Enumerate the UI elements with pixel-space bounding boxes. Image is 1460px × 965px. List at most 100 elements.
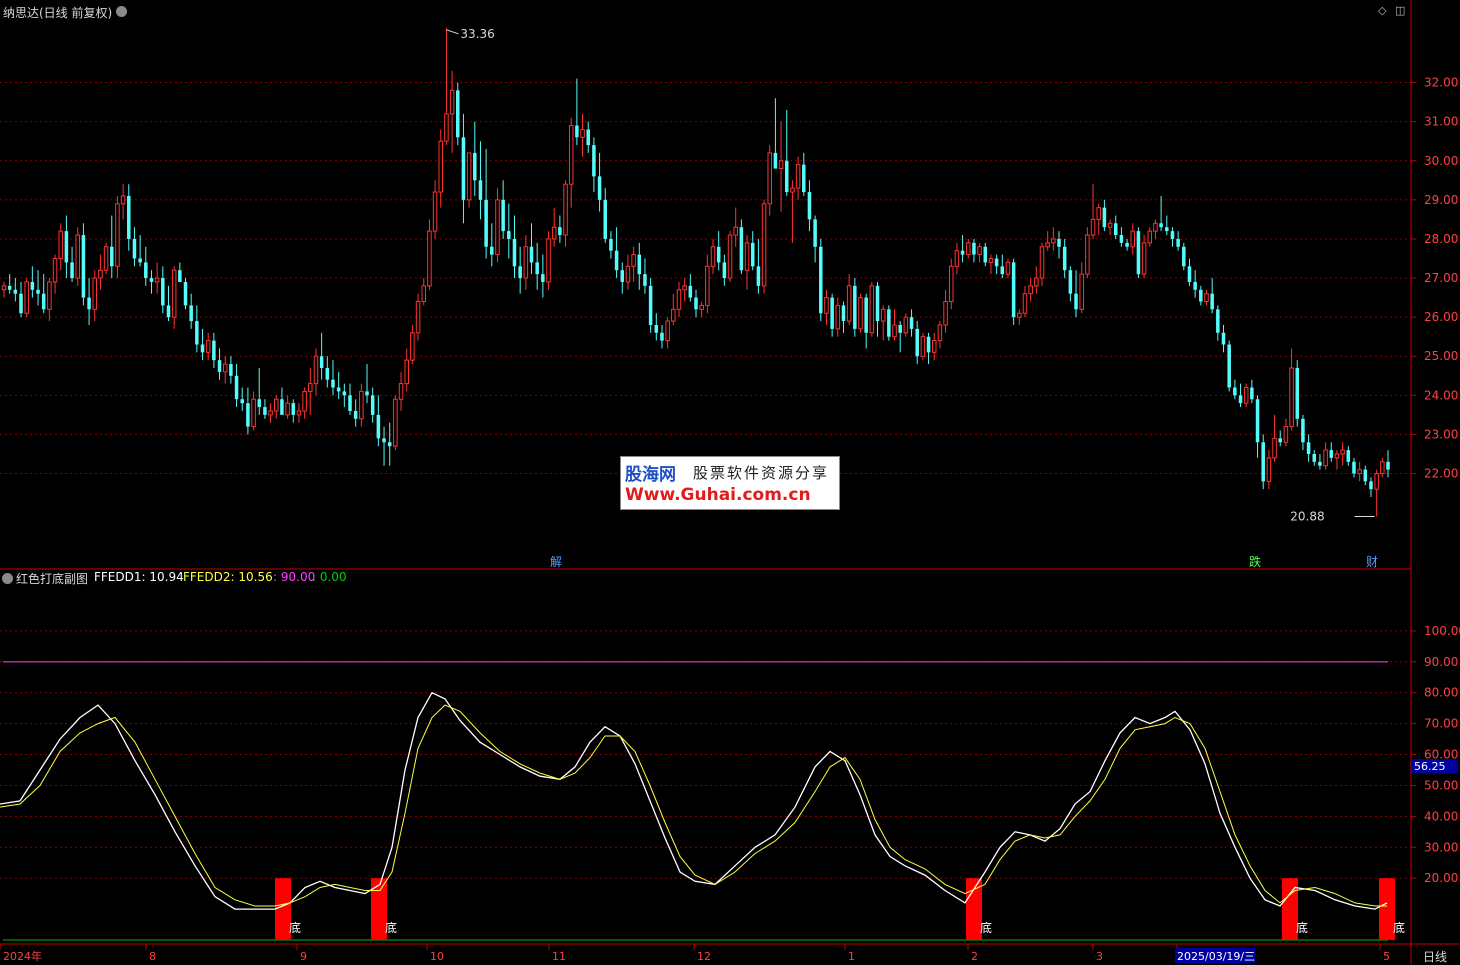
candle-body [931, 340, 937, 353]
candle-body [263, 407, 267, 415]
main-y-tick-label: 24.00 [1424, 388, 1458, 402]
candle-body [512, 238, 517, 267]
candle-body [671, 308, 676, 322]
candle-body [846, 285, 852, 322]
candle-body [688, 285, 693, 298]
candle-body [149, 278, 154, 282]
candle-body [824, 297, 829, 314]
candle-body [52, 257, 58, 283]
candle-body [75, 234, 80, 279]
event-marker: 财 [1366, 555, 1378, 569]
candle-body [773, 152, 778, 169]
candle-body [887, 309, 891, 337]
candle-body [643, 274, 647, 286]
candle-body [586, 129, 590, 146]
candle-body [915, 328, 919, 357]
candle-body [761, 203, 767, 287]
candle-body [415, 301, 421, 334]
candle-body [648, 285, 653, 325]
candle-body [1045, 242, 1050, 248]
candle-body [246, 403, 250, 427]
candle-body [353, 410, 358, 419]
candle-body [1334, 453, 1340, 459]
sub-y-tick-label: 70.00 [1424, 717, 1458, 731]
candle-body [171, 269, 177, 318]
candle-body [1153, 222, 1158, 232]
candle-body [421, 285, 426, 303]
candle-body [98, 269, 103, 279]
bottom-signal-label: 底 [385, 920, 397, 935]
candle-body [438, 140, 444, 193]
main-y-tick-label: 30.00 [1424, 154, 1458, 168]
candle-body [200, 344, 205, 353]
candle-body [195, 321, 199, 345]
candle-body [178, 270, 182, 282]
candle-body [110, 246, 114, 267]
candle-body [1272, 437, 1277, 459]
candle-body [1289, 367, 1294, 428]
candle-body [217, 360, 222, 372]
candle-body [308, 383, 313, 392]
main-title: 纳思达(日线 前复权) [3, 6, 113, 20]
candle-body [972, 242, 976, 255]
high-arrow [446, 29, 459, 35]
candle-body [161, 278, 165, 306]
candle-body [1170, 231, 1175, 239]
candle-body [597, 176, 602, 200]
candle-body [212, 340, 216, 361]
bottom-signal-label: 底 [289, 920, 301, 935]
candle-body [13, 289, 18, 294]
candle-body [1301, 418, 1305, 443]
sub-settings-icon[interactable] [2, 573, 13, 584]
ffedd1-label: FFEDD1: 10.94 [94, 570, 184, 584]
candle-body [87, 297, 91, 310]
main-y-tick-label: 32.00 [1424, 76, 1458, 90]
candle-body [1199, 289, 1203, 302]
time-tick-label: 8 [149, 950, 156, 963]
series-line-ffedd2 [0, 704, 1387, 907]
candle-body [722, 262, 727, 279]
candle-body [490, 246, 494, 255]
candle-body [64, 231, 69, 263]
diamond-icon[interactable]: ◇ [1378, 4, 1386, 17]
candle-body [1233, 387, 1237, 396]
candle-body [183, 281, 188, 306]
candle-body [166, 305, 171, 318]
candle-body [1266, 457, 1272, 482]
candle-body [614, 250, 619, 271]
candle-body [563, 183, 568, 236]
candle-body [1147, 230, 1153, 244]
time-tick-label: 3 [1096, 950, 1103, 963]
candle-body [257, 399, 262, 408]
sub-y-tick-label: 80.00 [1424, 686, 1458, 700]
candle-body [1363, 469, 1368, 482]
candle-body [1068, 270, 1073, 294]
candle-body [1312, 453, 1317, 462]
candle-body [660, 332, 664, 341]
candle-body [189, 305, 193, 322]
window-icon[interactable]: ◫ [1395, 4, 1405, 17]
candle-body [348, 395, 352, 411]
candle-body [1079, 273, 1084, 310]
candle-body [518, 266, 522, 279]
candle-body [835, 304, 841, 330]
candle-body [1243, 387, 1249, 404]
period-label[interactable]: 日线 [1423, 948, 1447, 965]
candle-body [1187, 266, 1192, 282]
candle-body [864, 297, 868, 333]
candle-body [274, 398, 279, 412]
time-tick-label: 10 [430, 950, 444, 963]
sub-y-tick-label: 30.00 [1424, 840, 1458, 854]
event-marker: 解 [550, 555, 562, 569]
candle-body [744, 242, 750, 271]
bottom-signal-label: 底 [980, 920, 992, 935]
time-tick-label: 9 [300, 950, 307, 963]
candle-body [727, 234, 733, 279]
main-y-tick-label: 23.00 [1424, 427, 1458, 441]
sub-y-tick-label: 90.00 [1424, 655, 1458, 669]
candle-body [473, 152, 477, 181]
main-settings-icon[interactable] [116, 6, 127, 17]
candle-body [654, 324, 659, 333]
candle-body [234, 375, 239, 400]
candle-body [926, 336, 931, 353]
